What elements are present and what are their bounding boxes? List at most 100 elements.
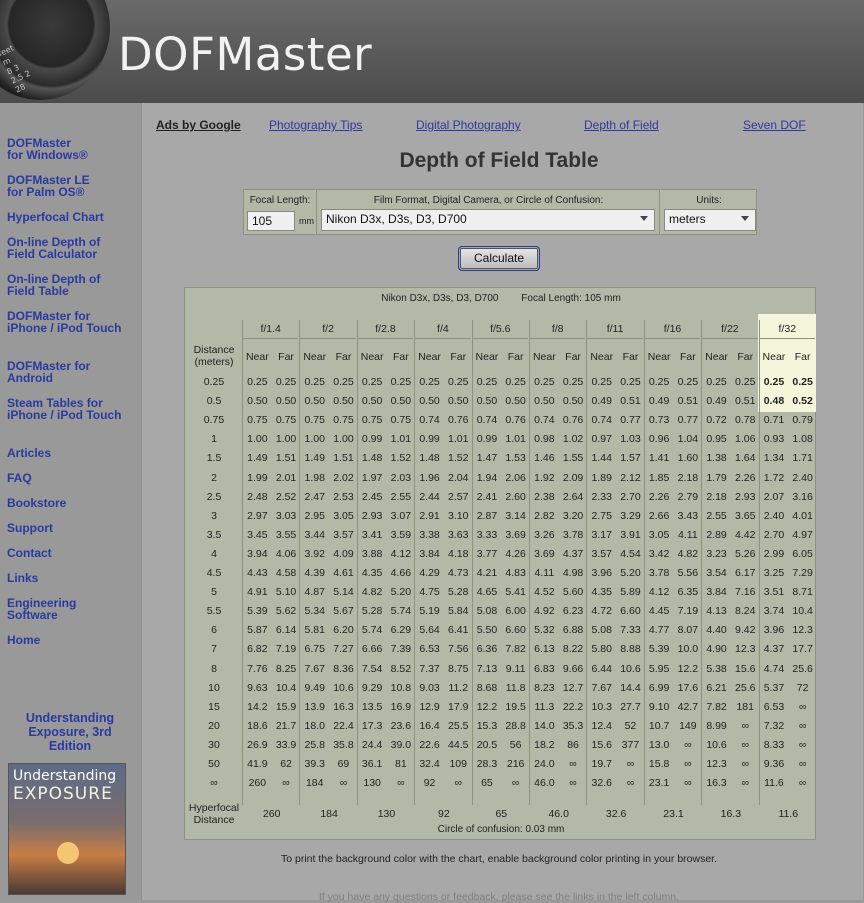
far-cell: 7.39 [390, 643, 412, 656]
near-cell: 65 [481, 777, 493, 790]
far-cell: 1.01 [505, 433, 526, 446]
far-cell: ∞ [684, 758, 692, 770]
far-cell: 72 [796, 681, 809, 694]
far-cell: 0.25 [620, 376, 641, 388]
ad-link-depth-of-field[interactable]: Depth of Field [584, 118, 659, 132]
sidebar-item-contact[interactable]: Contact [7, 547, 137, 559]
distance-cell: 3 [211, 509, 217, 522]
far-cell: 17.6 [677, 681, 699, 694]
far-cell: 109 [449, 758, 467, 770]
near-cell: 92 [423, 777, 436, 790]
sidebar-item-articles[interactable]: Articles [7, 447, 137, 459]
far-cell: 0.25 [333, 376, 354, 388]
far-cell: 3.43 [677, 509, 699, 522]
far-cell: 7.33 [620, 624, 641, 637]
near-cell: 17.3 [361, 719, 383, 732]
site-title[interactable]: DOFMaster [118, 28, 372, 81]
units-select[interactable]: meters [664, 209, 756, 231]
sidebar-item-faq[interactable]: FAQ [7, 472, 137, 484]
near-cell: 0.25 [648, 376, 670, 388]
sidebar-item-dofmaster-iphone[interactable]: DOFMaster for iPhone / iPod Touch [7, 310, 137, 334]
near-cell: 32.4 [419, 758, 440, 770]
far-cell: ∞ [569, 777, 577, 790]
far-cell: 1.71 [792, 452, 813, 465]
sidebar-item-links[interactable]: Links [7, 572, 137, 584]
distance-cell: 0.75 [203, 414, 225, 427]
sidebar-item-support[interactable]: Support [7, 522, 137, 534]
near-cell: 1.41 [648, 452, 670, 465]
near-cell: 6.83 [534, 662, 555, 675]
near-cell: 4.75 [419, 586, 440, 599]
far-cell: 0.79 [792, 414, 813, 427]
near-cell: 0.99 [476, 433, 498, 446]
film-format-select[interactable]: Nikon D3x, D3s, D3, D700 [321, 209, 655, 231]
near-cell: 1.49 [304, 452, 325, 465]
near-cell: 3.74 [763, 605, 785, 618]
far-cell: 2.40 [792, 471, 813, 484]
near-cell: 0.49 [648, 395, 670, 408]
column-separator [299, 320, 301, 805]
far-cell: 11.8 [505, 681, 526, 694]
sidebar-item-steam-tables-iphone[interactable]: Steam Tables for iPhone / iPod Touch [7, 397, 137, 421]
sidebar-item-bookstore[interactable]: Bookstore [7, 497, 137, 509]
far-cell: 3.63 [448, 528, 469, 541]
far-cell: 3.65 [735, 509, 756, 522]
far-cell: 6.00 [505, 605, 526, 618]
sidebar-item-online-dof-calculator[interactable]: On-line Depth of Field Calculator [7, 236, 137, 260]
sidebar-item-dofmaster-le-palm[interactable]: DOFMaster LE for Palm OS® [7, 174, 137, 198]
sidebar-item-dofmaster-android[interactable]: DOFMaster for Android [7, 360, 137, 384]
units-value: meters [669, 212, 706, 226]
far-cell: 9.66 [562, 662, 584, 675]
near-cell: 5.95 [648, 662, 670, 675]
near-cell: 4.11 [534, 567, 555, 579]
aperture-header: f/22 [702, 323, 758, 339]
far-cell: 5.74 [390, 605, 412, 618]
near-cell: 3.57 [591, 547, 612, 560]
book-cover-image[interactable]: Understanding EXPOSURE [8, 763, 126, 895]
near-cell: 5.39 [648, 643, 670, 656]
sun-graphic [57, 842, 79, 864]
far-cell: 4.37 [562, 547, 584, 560]
far-cell: 9.42 [735, 624, 756, 637]
far-cell: 1.57 [620, 452, 641, 465]
sidebar-item-engineering-software[interactable]: Engineering Software [7, 597, 137, 621]
far-cell: 1.00 [333, 433, 354, 446]
far-cell: 27.7 [620, 700, 641, 713]
far-cell: 3.07 [390, 509, 412, 522]
near-cell: 2.87 [476, 509, 498, 522]
far-cell: 14.4 [620, 681, 641, 694]
near-cell: 2.75 [591, 509, 612, 522]
distance-cell: 8 [211, 662, 217, 675]
near-cell: 1.44 [591, 452, 612, 465]
near-cell: 5.08 [476, 605, 498, 618]
calculate-button[interactable]: Calculate [458, 246, 540, 271]
far-cell: 0.25 [505, 376, 526, 388]
sidebar-item-online-dof-table[interactable]: On-line Depth of Field Table [7, 273, 137, 297]
focal-length-input[interactable]: 105 [247, 211, 295, 231]
ad-link-digital-photography[interactable]: Digital Photography [416, 118, 521, 132]
near-cell: 4.39 [304, 567, 325, 579]
sidebar-item-hyperfocal-chart[interactable]: Hyperfocal Chart [7, 211, 137, 223]
sidebar-item-home[interactable]: Home [7, 634, 137, 646]
far-cell: ∞ [741, 777, 749, 790]
ad-link-photography-tips[interactable]: Photography Tips [269, 118, 362, 132]
ads-by-google-label[interactable]: Ads by Google [156, 118, 241, 132]
far-cell: 1.52 [390, 452, 412, 465]
units-section: Units: meters [661, 190, 757, 234]
far-cell: 4.97 [792, 528, 813, 541]
near-cell: 0.74 [476, 414, 498, 427]
near-cell: 5.37 [763, 681, 785, 694]
ad-link-seven-dof[interactable]: Seven DOF [743, 118, 806, 132]
far-cell: ∞ [741, 719, 749, 732]
near-cell: 0.71 [763, 414, 785, 427]
promo-book-link[interactable]: Understanding Exposure, 3rd Edition [14, 711, 126, 753]
sidebar-item-dofmaster-windows[interactable]: DOFMaster for Windows® [7, 137, 137, 161]
near-cell: 0.50 [534, 395, 555, 408]
near-cell: 8.33 [763, 738, 785, 751]
far-cell: 8.22 [562, 643, 584, 656]
far-cell: 2.03 [390, 471, 412, 484]
hyperfocal-cell: 11.6 [778, 808, 799, 821]
far-cell: 1.03 [620, 433, 641, 446]
far-cell: 4.73 [448, 567, 469, 579]
far-cell: 2.12 [620, 471, 641, 484]
